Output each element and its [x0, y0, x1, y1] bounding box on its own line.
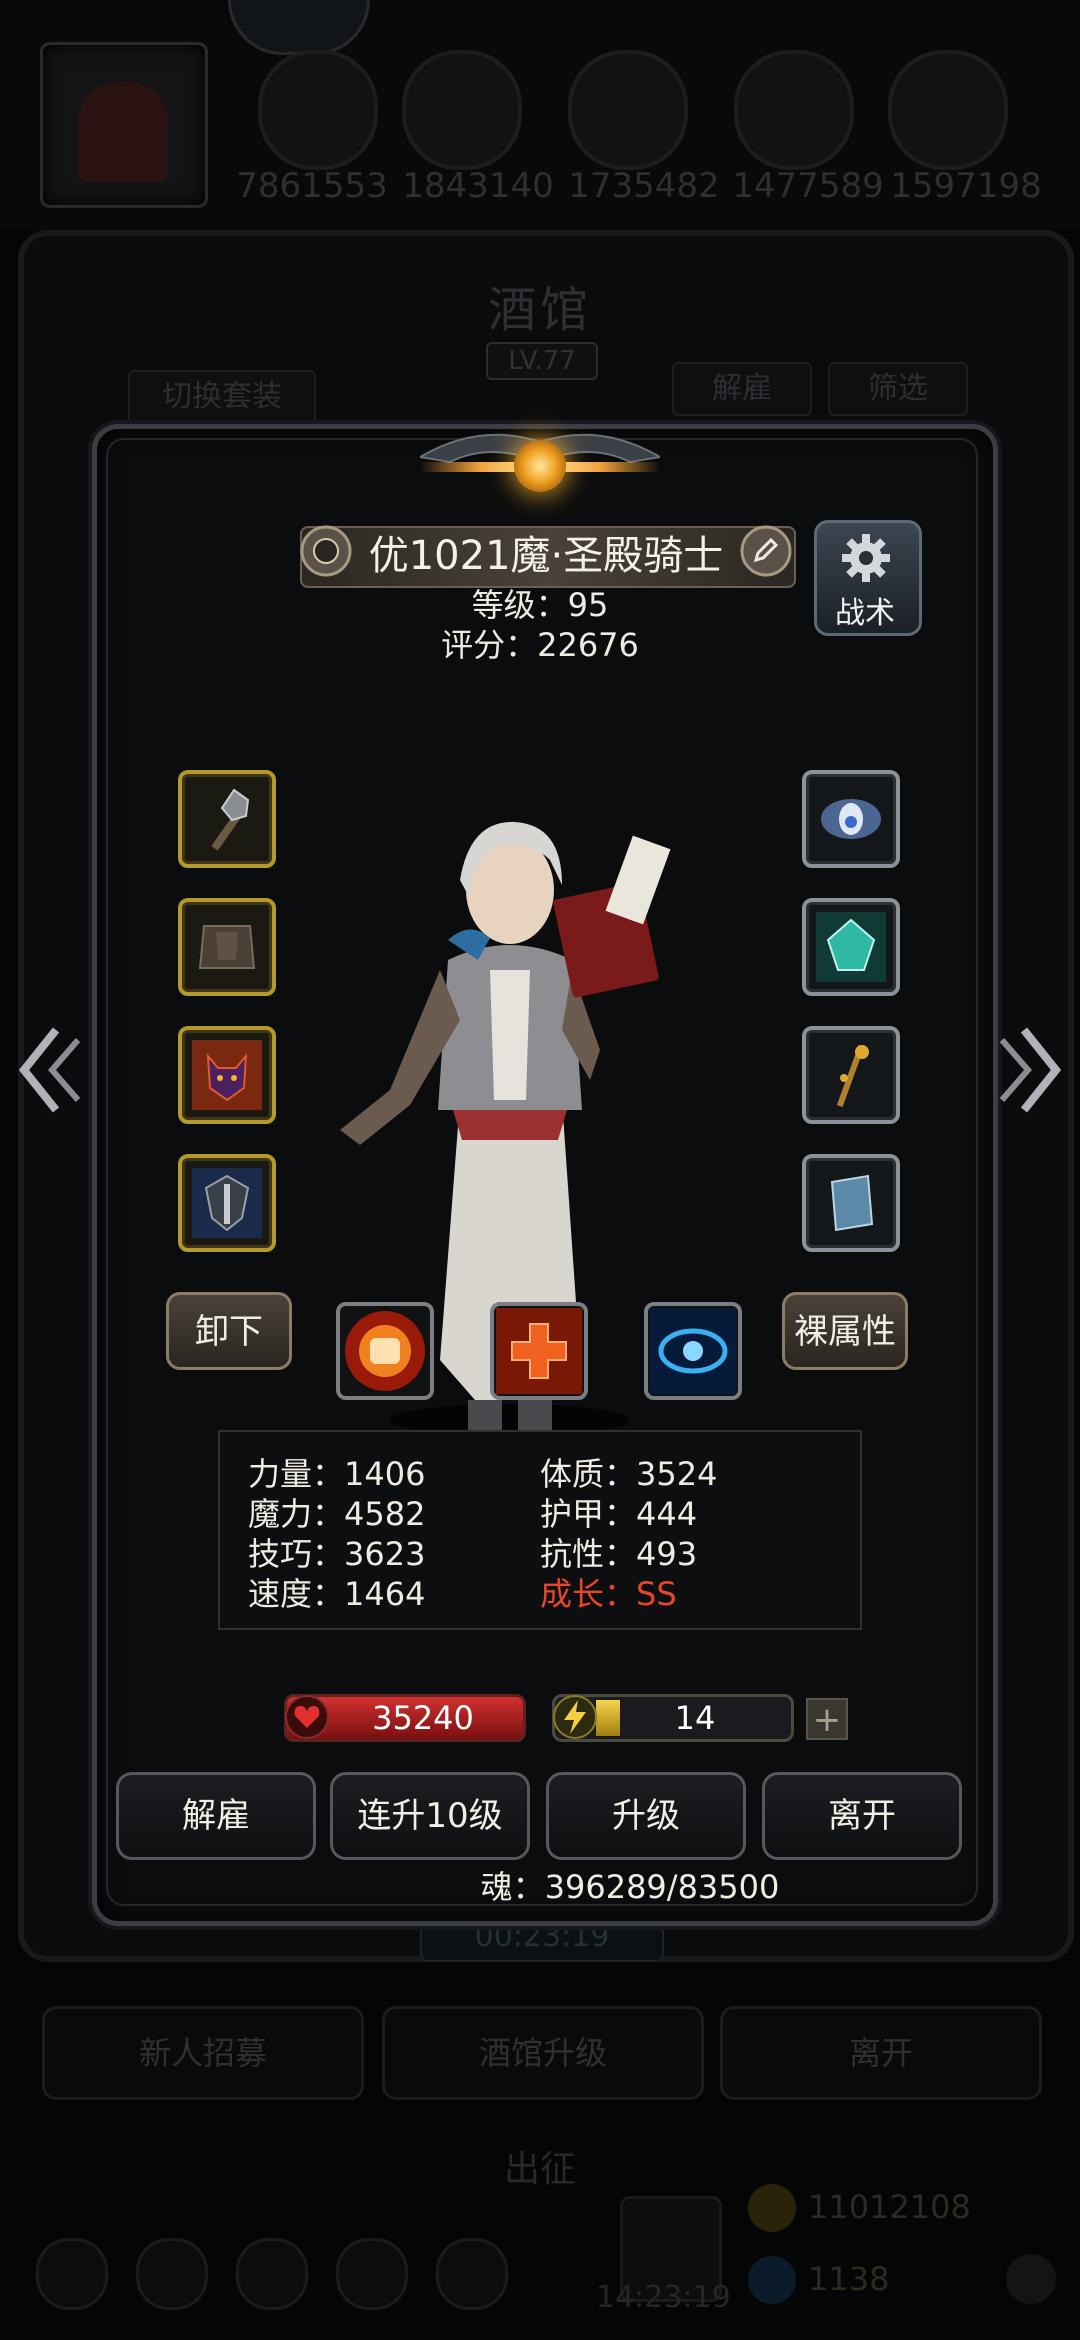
next-hero-arrow-icon[interactable]	[994, 1020, 1064, 1120]
stat-speed: 速度：1464	[248, 1575, 426, 1613]
nav-icon-1[interactable]	[36, 2238, 108, 2310]
equip-slot-charm[interactable]	[802, 770, 900, 868]
leave-button[interactable]: 离开	[762, 1772, 962, 1860]
shield-icon	[192, 1168, 262, 1238]
hero-score: 评分：22676	[441, 626, 639, 664]
team-slot-5[interactable]	[888, 50, 1008, 170]
crest-gem-icon	[514, 440, 566, 492]
gem-amount: 1138	[808, 2260, 890, 2298]
medal-icon[interactable]	[298, 520, 354, 582]
gem-icon	[748, 2256, 796, 2304]
team-slot-2[interactable]	[402, 50, 522, 170]
team-score-1: 7861553	[236, 166, 388, 206]
spellbook-icon	[830, 1174, 874, 1232]
heal-cross-skill-icon	[496, 1308, 582, 1394]
previous-hero-arrow-icon[interactable]	[16, 1020, 86, 1120]
nav-icon-2[interactable]	[136, 2238, 208, 2310]
base-stats-button[interactable]: 裸属性	[782, 1292, 908, 1370]
gold-staff-icon	[836, 1044, 869, 1108]
stat-strength: 力量：1406	[248, 1455, 426, 1493]
equip-slot-shield[interactable]	[178, 1154, 276, 1252]
equip-slot-staff[interactable]	[802, 1026, 900, 1124]
filter-button[interactable]: 筛选	[828, 362, 968, 416]
equip-slot-gem[interactable]	[802, 898, 900, 996]
team-score-4: 1477589	[732, 166, 884, 206]
equip-slot-book[interactable]	[802, 1154, 900, 1252]
team-slot-4[interactable]	[734, 50, 854, 170]
hero-name: 优1021魔·圣殿骑士	[368, 533, 724, 579]
level-up-10-button[interactable]: 连升10级	[330, 1772, 530, 1860]
edit-name-icon[interactable]	[738, 520, 794, 582]
demon-helm-icon	[192, 1040, 262, 1110]
stat-armor: 护甲：444	[540, 1495, 698, 1533]
team-score-2: 1843140	[402, 166, 554, 206]
tavern-leave-button[interactable]: 离开	[720, 2006, 1042, 2100]
gold-coin-icon	[748, 2184, 796, 2232]
gold-amount: 11012108	[808, 2188, 971, 2226]
heart-icon	[285, 1695, 329, 1739]
equip-slot-helm[interactable]	[178, 1026, 276, 1124]
team-slot-1[interactable]	[258, 50, 378, 170]
stat-skill: 技巧：3623	[248, 1535, 426, 1573]
equip-slot-armor[interactable]	[178, 898, 276, 996]
hp-value: 35240	[372, 1699, 474, 1737]
stat-constitution: 体质：3524	[540, 1455, 718, 1493]
equip-slot-weapon[interactable]	[178, 770, 276, 868]
avatar-figure-icon	[78, 82, 168, 182]
nav-icon-4[interactable]	[336, 2238, 408, 2310]
skill-slot-2[interactable]	[490, 1302, 588, 1400]
lightning-icon	[553, 1695, 597, 1739]
dismiss-hero-button[interactable]: 解雇	[116, 1772, 316, 1860]
team-score-5: 1597198	[890, 166, 1042, 206]
nav-icon-5[interactable]	[436, 2238, 508, 2310]
add-icon[interactable]	[1006, 2254, 1056, 2304]
stat-growth: 成长：SS	[540, 1575, 677, 1613]
add-energy-button[interactable]: +	[806, 1698, 848, 1740]
wind-eye-charm-icon	[821, 799, 881, 839]
fist-skill-icon	[345, 1311, 425, 1391]
mace-icon	[211, 788, 250, 851]
recruit-button[interactable]: 新人招募	[42, 2006, 364, 2100]
tavern-upgrade-button[interactable]: 酒馆升级	[382, 2006, 704, 2100]
team-slot-3[interactable]	[568, 50, 688, 170]
stat-resistance: 抗性：493	[540, 1535, 698, 1573]
unequip-button[interactable]: 卸下	[166, 1292, 292, 1370]
gear-icon	[842, 534, 890, 582]
crystal-gem-icon	[816, 912, 886, 982]
gauntlet-armor-icon	[198, 925, 256, 969]
skill-slot-1[interactable]	[336, 1302, 434, 1400]
energy-value: 14	[674, 1699, 716, 1737]
tavern-dismiss-button[interactable]: 解雇	[672, 362, 812, 416]
clock: 14:23:19	[596, 2280, 731, 2315]
tavern-title: 酒馆	[487, 282, 592, 338]
eye-skill-icon	[650, 1308, 736, 1394]
expedition-label: 出征	[503, 2149, 576, 2190]
nav-icon-3[interactable]	[236, 2238, 308, 2310]
team-score-3: 1735482	[568, 166, 720, 206]
level-up-button[interactable]: 升级	[546, 1772, 746, 1860]
tavern-level: LV.77	[486, 342, 598, 380]
soul-counter: 魂：396289/83500	[480, 1868, 780, 1906]
skill-slot-3[interactable]	[644, 1302, 742, 1400]
switch-set-button[interactable]: 切换套装	[128, 370, 316, 424]
tactic-label: 战术	[835, 596, 895, 631]
stat-magic: 魔力：4582	[248, 1495, 426, 1533]
